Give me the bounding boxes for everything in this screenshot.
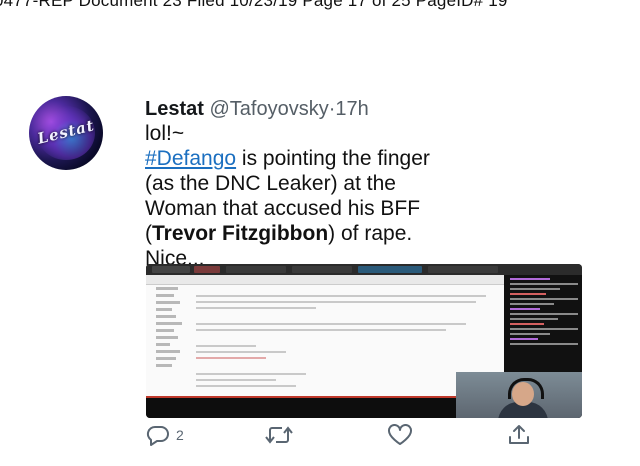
tweet-line-1: lol!~	[145, 122, 185, 145]
tweet-header: Lestat @Tafoyovsky·17h	[145, 98, 369, 121]
avatar[interactable]: Lestat	[29, 96, 103, 170]
tweet-actions: 2	[146, 424, 546, 450]
mentioned-name: Trevor Fitzgibbon	[152, 222, 329, 245]
media-player-bar	[146, 396, 456, 418]
tweet-body: lol!~ #Defango is pointing the finger (a…	[145, 121, 615, 271]
share-button[interactable]	[507, 424, 531, 446]
tweet-line-4: Woman that accused his BFF	[145, 197, 421, 220]
tweet-line-5-text: ) of rape.	[328, 222, 413, 245]
tweet-line-2-text: is pointing the finger	[236, 147, 430, 170]
share-icon	[509, 425, 529, 444]
retweet-icon	[265, 426, 293, 444]
speech-bubble-icon	[146, 425, 169, 446]
court-document-header: 0477-REP Document 23 Filed 10/23/19 Page…	[0, 0, 508, 10]
avatar-logo-text: Lestat	[35, 116, 97, 148]
media-stream-topbar	[146, 264, 582, 275]
display-name[interactable]: Lestat	[145, 98, 204, 120]
tweet-timestamp[interactable]: 17h	[335, 98, 368, 120]
heart-icon	[388, 424, 412, 445]
retweet-button[interactable]	[264, 424, 300, 446]
media-webcam-overlay	[456, 372, 582, 418]
reply-count: 2	[176, 427, 184, 443]
attached-screenshot-image[interactable]	[146, 264, 582, 418]
media-progress-line	[146, 396, 456, 398]
tweet-line-5: (Trevor Fitzgibbon) of rape.	[145, 221, 615, 246]
reply-button[interactable]: 2	[146, 424, 184, 446]
tweet-line-2: #Defango is pointing the finger	[145, 146, 615, 171]
hashtag-link[interactable]: #Defango	[145, 147, 236, 170]
paren-open: (	[145, 222, 152, 245]
user-handle[interactable]: @Tafoyovsky	[209, 98, 328, 120]
media-email-window	[146, 275, 504, 396]
tweet-line-3: (as the DNC Leaker) at the	[145, 172, 396, 195]
like-button[interactable]	[387, 424, 419, 446]
